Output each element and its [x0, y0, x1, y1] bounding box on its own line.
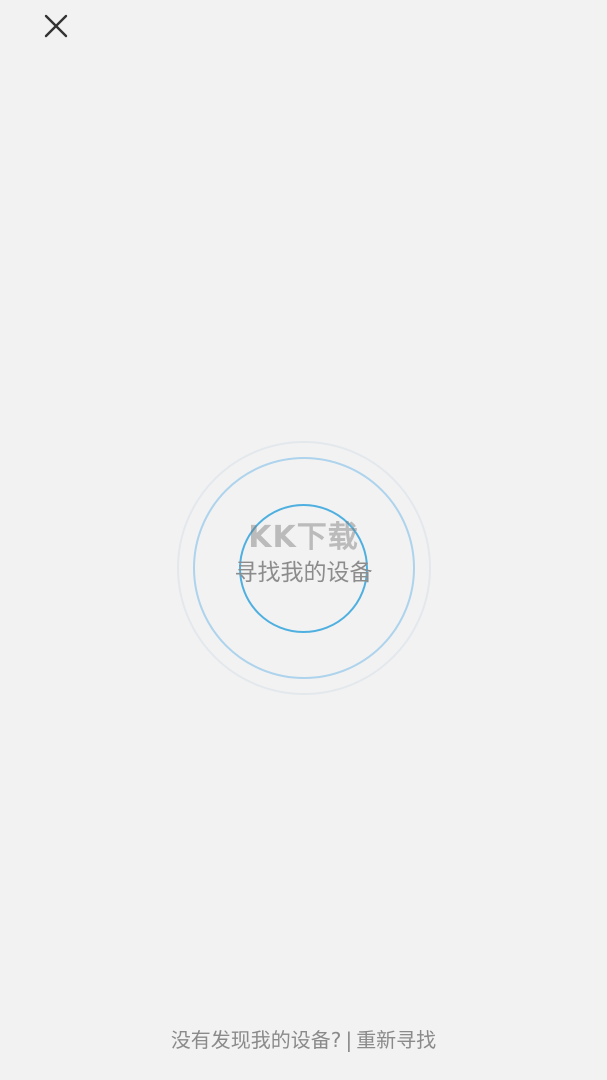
footer-separator: |	[345, 1028, 353, 1052]
no-device-found-text: 没有发现我的设备?	[170, 1028, 342, 1052]
scanning-status-label: 寻找我的设备	[234, 560, 373, 586]
footer-bar: 没有发现我的设备? | 重新寻找	[0, 1024, 607, 1053]
close-icon	[43, 13, 69, 43]
device-scanner: KK下载 寻找我的设备	[0, 0, 607, 1080]
close-button[interactable]	[38, 10, 74, 46]
rescan-link[interactable]: 重新寻找	[356, 1028, 436, 1052]
radar-middle-ring	[193, 457, 415, 679]
radar-inner-ring	[239, 504, 368, 633]
radar-outer-ring	[177, 441, 431, 695]
watermark-logo: KK下载	[248, 520, 359, 555]
